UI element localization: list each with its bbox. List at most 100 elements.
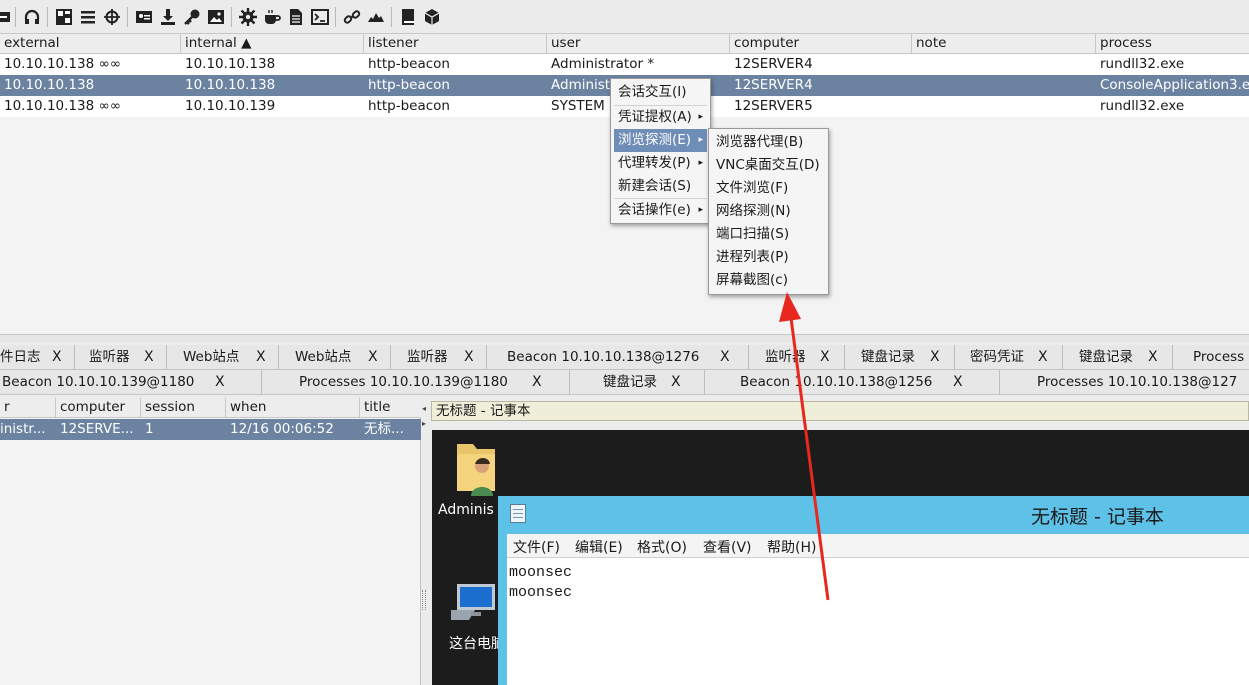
column-header-external[interactable]: external	[0, 34, 181, 54]
tab-processes[interactable]: Processes 10.10.10.139@1180 X	[262, 370, 570, 395]
tab-bar-row-1: 件日志 X 监听器 X Web站点 X Web站点 X 监听器 X Beacon 10.1…	[0, 345, 1249, 370]
contact-card-icon[interactable]	[135, 8, 153, 26]
book-icon[interactable]	[399, 8, 417, 26]
menu-item-session[interactable]: 会话操作(e) ▸	[614, 199, 707, 222]
tab-keystrokes[interactable]: 键盘记录 X	[570, 370, 705, 395]
tab-listeners[interactable]: 监听器 X	[391, 345, 487, 370]
tab-label: 密码凭证	[970, 349, 1024, 365]
pane-splitter[interactable]	[0, 334, 1249, 342]
split-grip-icon[interactable]	[422, 590, 426, 610]
menu-item-explore[interactable]: 浏览探测(E) ▸	[614, 129, 707, 152]
tab-close-icon[interactable]: X	[671, 370, 681, 395]
tab-label: 件日志	[0, 349, 41, 365]
tab-close-icon[interactable]: X	[930, 345, 940, 370]
tab-processes[interactable]: Process	[1173, 345, 1249, 370]
tab-close-icon[interactable]: X	[532, 370, 542, 395]
terminal-icon[interactable]	[311, 8, 329, 26]
tab-close-icon[interactable]: X	[1148, 345, 1158, 370]
tab-web-sites[interactable]: Web站点 X	[167, 345, 279, 370]
collapse-left-icon[interactable]: ◂	[422, 405, 426, 413]
column-header-title[interactable]: title	[360, 398, 421, 418]
tab-label: Beacon 10.10.10.138@1276	[507, 349, 700, 365]
tab-close-icon[interactable]: X	[368, 345, 378, 370]
download-icon[interactable]	[159, 8, 177, 26]
tab-keystrokes[interactable]: 键盘记录 X	[1063, 345, 1173, 370]
menu-item-pivoting[interactable]: 代理转发(P) ▸	[614, 152, 707, 175]
list-icon[interactable]	[79, 8, 97, 26]
column-header-listener[interactable]: listener	[364, 34, 547, 54]
column-header-computer[interactable]: computer	[730, 34, 912, 54]
notepad-text-area[interactable]: moonsec moonsec	[507, 558, 1249, 685]
tab-close-icon[interactable]: X	[820, 345, 830, 370]
tab-close-icon[interactable]: X	[1038, 345, 1048, 370]
cell-note	[912, 96, 916, 117]
coffee-cup-icon[interactable]	[263, 8, 281, 26]
tab-beacon[interactable]: Beacon 10.10.10.138@1276 X	[487, 345, 749, 370]
link-icon[interactable]	[343, 8, 361, 26]
menu-item-elevate[interactable]: 凭证提权(A) ▸	[614, 106, 707, 129]
tab-label: 键盘记录	[603, 374, 657, 390]
menu-item-screenshot[interactable]: 屏幕截图(c)	[712, 269, 825, 292]
key-icon[interactable]	[183, 8, 201, 26]
menu-format[interactable]: 格式(O)	[637, 537, 687, 557]
cell-process: ConsoleApplication3.e	[1100, 77, 1249, 93]
explore-submenu: 浏览器代理(B) VNC桌面交互(D) 文件浏览(F) 网络探测(N) 端口扫描…	[708, 128, 829, 295]
menu-item-net-view[interactable]: 网络探测(N)	[712, 200, 825, 223]
cell-internal: 10.10.10.138	[185, 56, 276, 72]
menu-item-interact[interactable]: 会话交互(I)	[614, 81, 707, 104]
tab-close-icon[interactable]: X	[144, 345, 154, 370]
graph-icon[interactable]	[55, 8, 73, 26]
cube-icon[interactable]	[423, 8, 441, 26]
column-header-session[interactable]: session	[141, 398, 226, 418]
tab-keystrokes[interactable]: 键盘记录 X	[845, 345, 955, 370]
column-header-computer[interactable]: computer	[56, 398, 141, 418]
expand-right-icon[interactable]: ▸	[422, 420, 426, 428]
gear-icon[interactable]	[239, 8, 257, 26]
column-header-process[interactable]: process	[1096, 34, 1249, 54]
crosshair-icon[interactable]	[103, 8, 121, 26]
cell-listener: http-beacon	[368, 77, 450, 93]
menu-item-process-list[interactable]: 进程列表(P)	[712, 246, 825, 269]
image-icon[interactable]	[207, 8, 225, 26]
tab-event-log[interactable]: 件日志 X	[0, 345, 75, 370]
column-header-user[interactable]: r	[0, 398, 56, 418]
minus-icon[interactable]	[0, 8, 12, 26]
tab-close-icon[interactable]: X	[720, 345, 730, 370]
screenshot-row-selected[interactable]: inistr... 12SERVE... 1 12/16 00:06:52 无标…	[0, 419, 421, 440]
notepad-menubar: 文件(F) 编辑(E) 格式(O) 查看(V) 帮助(H)	[507, 534, 1249, 558]
menu-item-label: 浏览探测(E)	[618, 132, 692, 148]
tab-credentials[interactable]: 密码凭证 X	[955, 345, 1063, 370]
cloud-icon[interactable]	[367, 8, 385, 26]
menu-item-file-browser[interactable]: 文件浏览(F)	[712, 177, 825, 200]
column-header-note[interactable]: note	[912, 34, 1096, 54]
tab-close-icon[interactable]: X	[464, 345, 474, 370]
tab-label: 监听器	[765, 349, 806, 365]
document-icon[interactable]	[287, 8, 305, 26]
column-header-internal[interactable]: internal ▲	[181, 34, 364, 54]
column-header-when[interactable]: when	[226, 398, 360, 418]
menu-file[interactable]: 文件(F)	[513, 537, 560, 557]
tab-close-icon[interactable]: X	[256, 345, 266, 370]
menu-item-spawn[interactable]: 新建会话(S)	[614, 175, 707, 198]
column-header-user[interactable]: user	[547, 34, 730, 54]
tab-close-icon[interactable]: X	[953, 370, 963, 395]
beacon-row[interactable]: 10.10.10.138 ∞∞ 10.10.10.138 http-beacon…	[0, 54, 1249, 75]
menu-help[interactable]: 帮助(H)	[767, 537, 816, 557]
tab-web-sites[interactable]: Web站点 X	[279, 345, 391, 370]
tab-beacon[interactable]: Beacon 10.10.10.139@1180 X	[0, 370, 262, 395]
menu-item-port-scan[interactable]: 端口扫描(S)	[712, 223, 825, 246]
menu-view[interactable]: 查看(V)	[703, 537, 752, 557]
headphones-icon[interactable]	[23, 8, 41, 26]
tab-beacon[interactable]: Beacon 10.10.10.138@1256 X	[705, 370, 1000, 395]
desktop-icon-label: Adminis	[438, 502, 494, 518]
desktop-icon-label: 这台电脑	[449, 636, 499, 652]
cell-listener: http-beacon	[368, 98, 450, 114]
menu-edit[interactable]: 编辑(E)	[575, 537, 623, 557]
menu-item-browser-pivot[interactable]: 浏览器代理(B)	[712, 131, 825, 154]
tab-listeners[interactable]: 监听器 X	[749, 345, 845, 370]
tab-listeners[interactable]: 监听器 X	[75, 345, 167, 370]
tab-close-icon[interactable]: X	[52, 345, 62, 370]
tab-close-icon[interactable]: X	[215, 370, 225, 395]
tab-processes[interactable]: Processes 10.10.10.138@127	[1000, 370, 1249, 395]
menu-item-desktop-vnc[interactable]: VNC桌面交互(D)	[712, 154, 825, 177]
